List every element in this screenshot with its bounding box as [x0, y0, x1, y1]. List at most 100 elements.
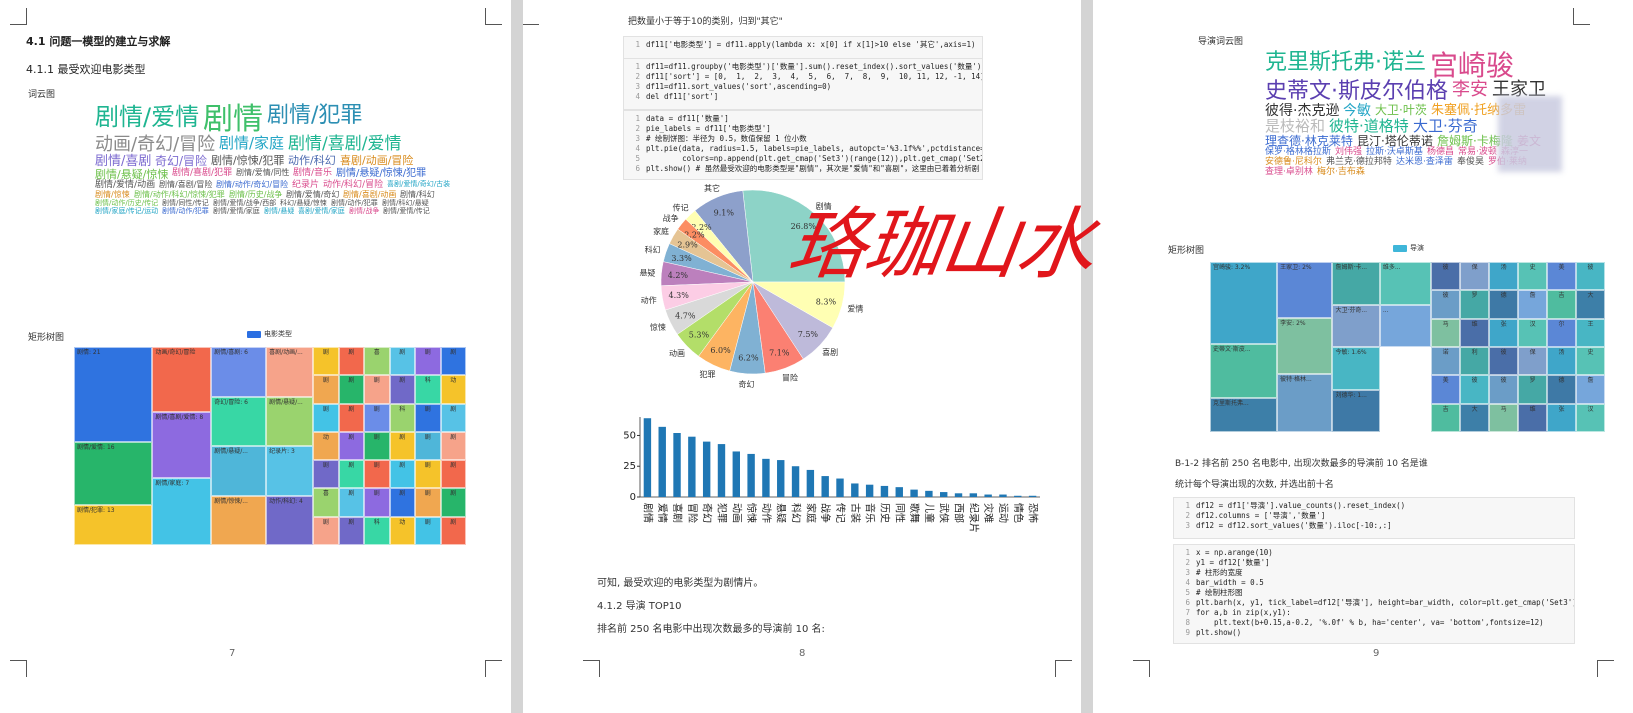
treemap-cell: 史: [1518, 262, 1548, 291]
pie-category-label: 战争: [663, 213, 679, 223]
treemap-cell: 维多...: [1379, 262, 1432, 305]
crop-mark: [1133, 660, 1150, 677]
wordcloud-word: 弗兰克·德拉邦特: [1326, 157, 1392, 167]
pie-category-label: 家庭: [653, 226, 669, 236]
treemap-cell: 剧情: 21: [74, 347, 153, 443]
intro-text: 把数量小于等于10的类别，归到"其它": [628, 17, 783, 27]
bar: [747, 453, 755, 497]
body-text: 统计每个导演出现的次数, 并选出前十名: [1175, 480, 1334, 490]
treemap-cell: 剧情/悬疑/...: [211, 446, 267, 496]
code-text: plt.pie(data, radius=1.5, labels=pie_lab…: [646, 144, 983, 153]
x-tick-label: 情色: [1012, 503, 1025, 523]
pie-category-label: 惊悚: [650, 322, 666, 332]
wordcloud-word: 梅尔·吉布森: [1317, 167, 1365, 177]
treemap-cell: 詹: [1518, 290, 1548, 319]
treemap-cell: 剧: [364, 375, 390, 404]
wordcloud-word: 剧情/动作/科幻/惊悚/犯罪: [134, 190, 225, 199]
wordcloud-word: 理查德·林克莱特: [1265, 134, 1353, 148]
treemap-label: 矩形树图: [1168, 246, 1205, 256]
wordcloud-word: 动画/奇幻/冒险: [95, 134, 216, 155]
treemap-cell: 汤: [1547, 347, 1577, 376]
wordcloud-word: 常易·波顿: [1458, 147, 1497, 157]
code-text: bar_width = 0.5: [1196, 578, 1264, 587]
code-text: df11=df11.sort_values('sort',ascending=0…: [646, 82, 832, 91]
page-9: 导演词云图 克里斯托弗·诺兰 宫崎骏 史蒂文·斯皮尔伯格 李安 王家卫 彼得·杰克逊 今敏大…: [1093, 0, 1633, 713]
treemap-cell: 剧: [338, 460, 365, 489]
wordcloud-word: 剧情/音乐: [293, 168, 333, 178]
bar: [851, 483, 859, 497]
code-block-4: 1 df12 = df1['导演'].value_counts().reset_i…: [1173, 497, 1575, 539]
x-tick-label: 儿童: [923, 503, 936, 523]
section-heading: 4.1 问题一模型的建立与求解: [26, 35, 171, 48]
treemap-cell: 保: [1518, 347, 1548, 376]
treemap-cell: 吉: [1431, 403, 1461, 432]
wordcloud-word: 大卫·芬奇: [1413, 117, 1478, 135]
wordcloud-word: 剧情/科幻: [400, 190, 435, 199]
wordcloud-word: 大卫·叶茨: [1375, 103, 1427, 117]
treemap-legend: 电影类型: [247, 329, 292, 339]
code-line: 1 df11['电影类型'] = df11.apply(lambda x: x[0…: [624, 40, 982, 50]
bar: [1028, 495, 1037, 497]
treemap-cell: 王家卫: 2%: [1277, 262, 1333, 319]
code-text: plt.barh(x, y1, tick_label=df12['导演'], h…: [1196, 598, 1575, 607]
wordcloud-word: 剧情/爱情/家庭: [213, 207, 260, 215]
x-tick-label: 惊悚: [745, 503, 758, 523]
bar: [836, 478, 844, 497]
treemap-cell: 剧: [440, 460, 466, 489]
code-text: plt.show(): [1196, 628, 1242, 637]
treemap-cell: 诺: [1431, 347, 1461, 376]
wordcloud-word: 动作/科幻: [288, 154, 336, 167]
watermark: 珞珈山水: [782, 200, 1100, 290]
wordcloud-word: 剧情/历史/战争: [229, 190, 283, 199]
treemap-cell: 剧情/家庭: 7: [152, 477, 212, 545]
wordcloud-word: 剧情/爱情: [95, 103, 200, 131]
x-tick-label: 科幻: [790, 503, 803, 523]
code-line: 9 plt.show(): [1174, 628, 1574, 638]
treemap-cell: 纪录片: 3: [266, 446, 314, 496]
wordcloud-word: 刘伟强: [1335, 147, 1363, 157]
line-number: 1: [635, 114, 640, 123]
bar: [1014, 495, 1022, 497]
wordcloud-word: 剧情/动作/犯罪: [162, 207, 209, 215]
line-number: 8: [1185, 618, 1190, 627]
wordcloud-word: 剧情/犯罪: [267, 103, 363, 128]
treemap-cell: 大卫·芬奇...: [1332, 304, 1380, 347]
code-line: 3 # 绘制饼图：半径为 0.5，数值保留 1 位小数: [624, 134, 982, 144]
bar: [732, 451, 740, 497]
bar: [762, 458, 770, 497]
genre-treemap: 剧情: 21 剧情/爱情: 16 剧情/犯罪: 13 动画/奇幻/冒险 剧情/喜剧/爱情…: [74, 347, 466, 545]
pie-category-label: 其它: [704, 183, 720, 193]
treemap-label: 矩形树图: [28, 333, 65, 343]
line-number: 3: [635, 82, 640, 91]
treemap-cell: 剧: [389, 460, 416, 489]
treemap-cell: 王: [1576, 318, 1605, 347]
crop-mark: [583, 660, 600, 677]
x-tick-label: 纪录片: [967, 503, 980, 533]
wordcloud-label: 导演词云图: [1198, 37, 1244, 47]
treemap-cell: 剧: [389, 488, 416, 517]
pie-pct-label: 2.9%: [677, 240, 698, 249]
treemap-cell: 美: [1431, 375, 1461, 404]
treemap-cell: 动画/奇幻/冒险: [152, 347, 212, 413]
pie-category-label: 传记: [673, 202, 689, 212]
bar: [954, 493, 963, 497]
wordcloud-word: 剧情: [203, 102, 263, 137]
treemap-cell: 彼: [1489, 375, 1519, 404]
bar: [999, 494, 1007, 497]
treemap-cell: 剧: [440, 403, 466, 432]
treemap-cell: 剧: [415, 347, 441, 376]
pie-pct-label: 8.3%: [816, 297, 837, 306]
page-number: 8: [799, 648, 806, 659]
line-number: 7: [1185, 608, 1190, 617]
page-8: 把数量小于等于10的类别，归到"其它" 1 df11['电影类型'] = df11…: [523, 0, 1081, 713]
treemap-cell: 剧情/喜剧/爱情: 8: [152, 412, 212, 478]
crop-mark: [485, 8, 502, 25]
treemap-cell: 剧: [415, 403, 441, 432]
pie-category-label: 动作: [641, 295, 657, 305]
treemap-cell: 马: [1431, 318, 1461, 347]
x-tick-label: 武侠: [938, 503, 951, 523]
pie-category-label: 冒险: [782, 373, 798, 383]
treemap-cell: 德: [1489, 290, 1519, 319]
wordcloud-word: 安德鲁·尼科尔: [1265, 157, 1322, 167]
x-tick-label: 动作: [760, 503, 772, 523]
